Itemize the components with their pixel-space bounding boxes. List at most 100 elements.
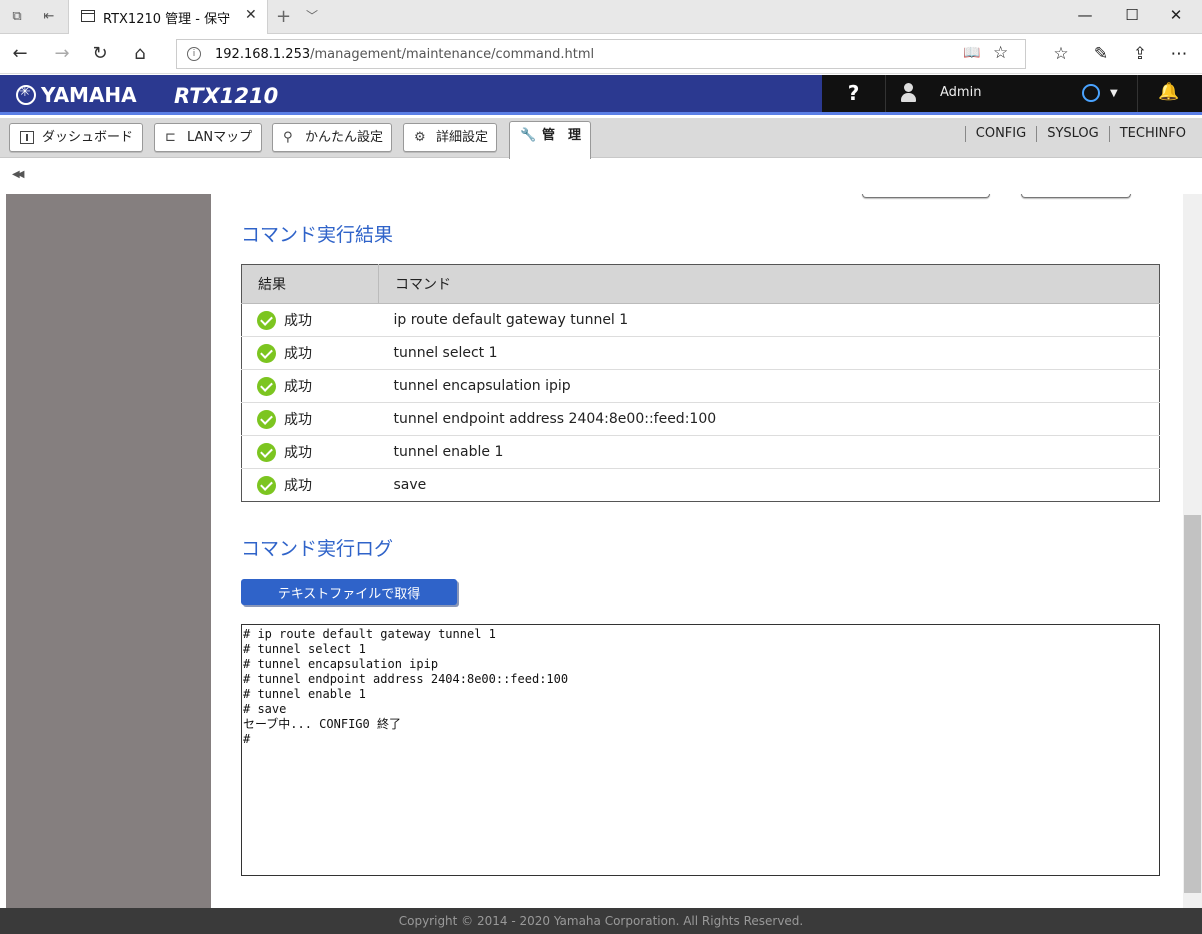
help-button[interactable]: ? (822, 75, 886, 112)
command-cell: tunnel encapsulation ipip (378, 369, 1160, 403)
url-field[interactable]: i 192.168.1.253/management/maintenance/c… (176, 39, 1026, 69)
footer-copyright: Copyright © 2014 - 2020 Yamaha Corporati… (0, 908, 1202, 934)
main-menu: ダッシュボード ⊏ LANマップ ⚲ かんたん設定 ⚙ 詳細設定 🔧 管 理 CONFI… (0, 118, 1202, 159)
column-header-result: 結果 (241, 264, 379, 304)
result-cell: 成功 (241, 369, 379, 403)
table-header-row: 結果 コマンド (241, 264, 1160, 304)
result-cell: 成功 (241, 402, 379, 436)
tab-close-icon[interactable]: ✕ (245, 7, 257, 23)
home-icon[interactable]: ⌂ (128, 42, 152, 66)
log-title: コマンド実行ログ (241, 538, 394, 560)
menu-advanced-button[interactable]: ⚙ 詳細設定 (403, 123, 497, 152)
pen-icon[interactable]: ✎ (1088, 42, 1114, 66)
menu-management-tab[interactable]: 🔧 管 理 (509, 121, 591, 159)
log-line: # tunnel encapsulation ipip (243, 657, 439, 671)
refresh-icon[interactable]: ↻ (88, 42, 112, 66)
check-circle-icon (257, 377, 276, 396)
header-divider (1137, 75, 1138, 112)
check-circle-icon (257, 443, 276, 462)
maximize-icon[interactable]: ☐ (1117, 6, 1147, 24)
command-cell: tunnel enable 1 (378, 435, 1160, 469)
result-cell: 成功 (241, 336, 379, 370)
log-line: # tunnel select 1 (243, 642, 366, 656)
yamaha-logo: YAMAHA (16, 83, 137, 107)
check-circle-icon (257, 476, 276, 495)
browser-address-bar: ← → ↻ ⌂ i 192.168.1.253/management/maint… (0, 34, 1202, 74)
command-cell: tunnel endpoint address 2404:8e00::feed:… (378, 402, 1160, 436)
back-icon[interactable]: ← (8, 42, 32, 66)
user-name[interactable]: Admin (940, 85, 981, 100)
results-title: コマンド実行結果 (241, 224, 394, 246)
command-cell: tunnel select 1 (378, 336, 1160, 370)
log-line: # (243, 732, 251, 746)
command-cell: ip route default gateway tunnel 1 (378, 303, 1160, 337)
browser-tab-bar: ⧉ ⇤ RTX1210 管理 - 保守 - コ ✕ + ﹀ — ☐ ✕ (0, 0, 1202, 35)
results-table: 結果 コマンド 成功 ip route default gateway tunn… (241, 264, 1160, 502)
table-row: 成功 ip route default gateway tunnel 1 (241, 303, 1160, 337)
tabs-aside-icon[interactable]: ⇤ (40, 8, 58, 26)
check-circle-icon (257, 410, 276, 429)
reading-view-icon[interactable]: 📖 (963, 45, 980, 61)
menu-dashboard-button[interactable]: ダッシュボード (9, 123, 143, 152)
table-row: 成功 save (242, 469, 1160, 502)
user-icon (900, 83, 918, 103)
wrench-icon: 🔧 (520, 128, 537, 143)
log-line: # tunnel enable 1 (243, 687, 366, 701)
tuning-fork-logo-icon (16, 84, 36, 105)
scrollbar-thumb[interactable] (1184, 515, 1201, 893)
more-icon[interactable]: ⋯ (1166, 42, 1192, 66)
command-cell: save (393, 477, 427, 493)
wand-icon: ⚲ (283, 130, 293, 145)
site-info-icon[interactable]: i (187, 47, 201, 61)
bell-icon[interactable]: 🔔 (1158, 82, 1179, 102)
log-line: # ip route default gateway tunnel 1 (243, 627, 496, 641)
collapse-row: ◀◀ (0, 159, 1202, 194)
status-spinner-icon (1082, 84, 1100, 102)
window-close-icon[interactable]: ✕ (1161, 6, 1191, 24)
favorite-star-icon[interactable]: ☆ (993, 43, 1008, 63)
collapse-sidebar-icon[interactable]: ◀◀ (12, 169, 25, 180)
command-log[interactable]: # ip route default gateway tunnel 1 # tun… (241, 624, 1160, 876)
sidebar (6, 194, 211, 908)
favorites-list-icon[interactable]: ☆ (1048, 42, 1074, 66)
caret-down-icon[interactable]: ▼ (1110, 88, 1118, 99)
config-link[interactable]: CONFIG (964, 126, 1036, 142)
check-circle-icon (257, 344, 276, 363)
syslog-link[interactable]: SYSLOG (1036, 126, 1109, 142)
dashboard-icon (20, 131, 34, 144)
cut-off-button[interactable] (1021, 194, 1131, 198)
main-content: コマンド実行結果 結果 コマンド 成功 ip route default gat… (211, 194, 1183, 908)
gear-icon: ⚙ (414, 130, 426, 145)
log-line: # tunnel endpoint address 2404:8e00::fee… (243, 672, 569, 686)
tab-list-chevron-icon[interactable]: ﹀ (306, 7, 318, 24)
new-tab-icon[interactable]: + (276, 6, 291, 27)
column-header-command: コマンド (378, 264, 1160, 304)
browser-tab-active[interactable]: RTX1210 管理 - 保守 - コ ✕ (68, 0, 268, 35)
download-text-button[interactable]: テキストファイルで取得 (241, 579, 457, 605)
table-row: 成功 tunnel encapsulation ipip (241, 369, 1160, 403)
network-tree-icon: ⊏ (165, 130, 176, 145)
table-row: 成功 tunnel select 1 (241, 336, 1160, 370)
minimize-icon[interactable]: — (1070, 6, 1100, 24)
share-icon[interactable]: ⇪ (1127, 42, 1153, 66)
tab-group-icon[interactable]: ⧉ (8, 8, 26, 26)
result-cell: 成功 (241, 303, 379, 337)
url-text: 192.168.1.253/management/maintenance/com… (215, 47, 595, 62)
techinfo-link[interactable]: TECHINFO (1108, 126, 1202, 142)
model-name: RTX1210 (174, 84, 279, 108)
page-icon (81, 10, 95, 22)
tab-title: RTX1210 管理 - 保守 - コ (103, 12, 233, 27)
app-header: YAMAHA RTX1210 ? Admin ▼ 🔔 (0, 75, 1202, 115)
result-cell: 成功 (241, 435, 379, 469)
menu-easy-setup-button[interactable]: ⚲ かんたん設定 (272, 123, 392, 152)
table-row: 成功 tunnel endpoint address 2404:8e00::fe… (241, 402, 1160, 436)
check-circle-icon (257, 311, 276, 330)
result-cell: 成功 (242, 469, 379, 502)
top-links: CONFIG SYSLOG TECHINFO (964, 126, 1202, 146)
menu-lanmap-button[interactable]: ⊏ LANマップ (154, 123, 262, 152)
cut-off-button[interactable] (862, 194, 990, 198)
table-row: 成功 tunnel enable 1 (241, 435, 1160, 469)
log-line: セーブ中... CONFIG0 終了 (243, 717, 401, 731)
log-line: # save (243, 702, 287, 716)
forward-icon[interactable]: → (50, 42, 74, 66)
